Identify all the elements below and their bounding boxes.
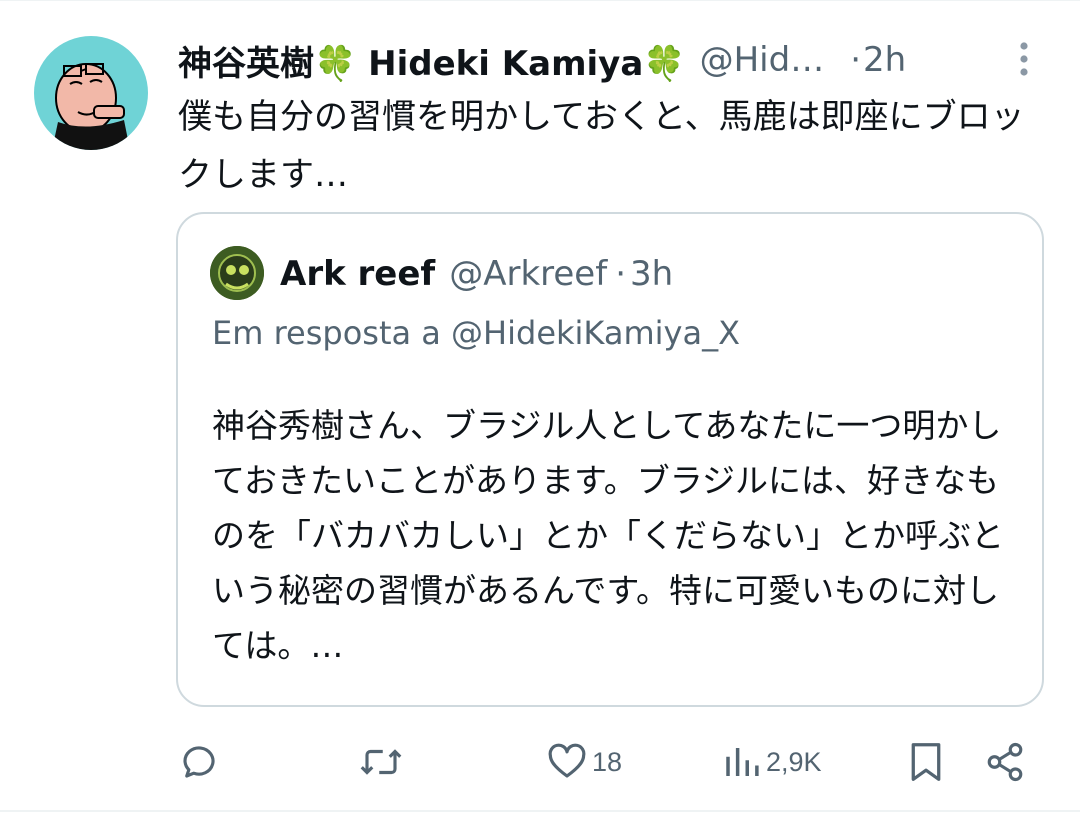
views-button[interactable]: 2,9K [722, 738, 822, 786]
quote-reply-to: Em resposta a @HidekiKamiya_X [212, 314, 740, 352]
like-button[interactable]: 18 [546, 738, 622, 786]
tweet-header: 神谷英樹🍀 Hideki Kamiya🍀 @Hid… · 2h [178, 34, 1018, 86]
quote-separator-dot: · [615, 254, 626, 294]
author-handle[interactable]: @Hid… [700, 40, 825, 80]
tweet-time[interactable]: 2h [863, 40, 906, 80]
quote-avatar [210, 246, 264, 300]
like-count: 18 [592, 746, 623, 777]
views-icon [726, 748, 759, 776]
quote-text: 神谷秀樹さん、ブラジル人としてあなたに一つ明かしておきたいことがあります。ブラジ… [212, 406, 1004, 665]
like-icon [548, 743, 586, 778]
bottom-divider [0, 810, 1080, 812]
repost-icon [360, 749, 402, 775]
top-divider [0, 0, 1080, 1]
author-name[interactable]: 神谷英樹🍀 Hideki Kamiya🍀 [178, 36, 686, 85]
quote-author-handle: @Arkreef [449, 254, 608, 294]
view-count: 2,9K [766, 746, 822, 777]
quote-header: Ark reef @Arkreef · 3h [280, 248, 673, 300]
bookmark-button[interactable] [906, 738, 946, 786]
author-avatar[interactable] [34, 36, 148, 150]
separator-dot: · [850, 40, 862, 80]
more-icon[interactable] [1012, 40, 1036, 80]
share-icon [987, 742, 1023, 782]
repost-button[interactable] [358, 738, 404, 786]
bookmark-icon [911, 743, 941, 781]
reply-icon [183, 746, 215, 778]
quoted-tweet[interactable]: Ark reef @Arkreef · 3h Em resposta a @Hi… [176, 212, 1044, 707]
tweet-text: 僕も自分の習慣を明かしておくと、馬鹿は即座にブロックします… [178, 97, 1025, 195]
quote-time: 3h [630, 254, 674, 294]
reply-button[interactable] [178, 738, 220, 786]
quote-author-name: Ark reef [280, 254, 436, 294]
share-button[interactable] [984, 738, 1026, 786]
